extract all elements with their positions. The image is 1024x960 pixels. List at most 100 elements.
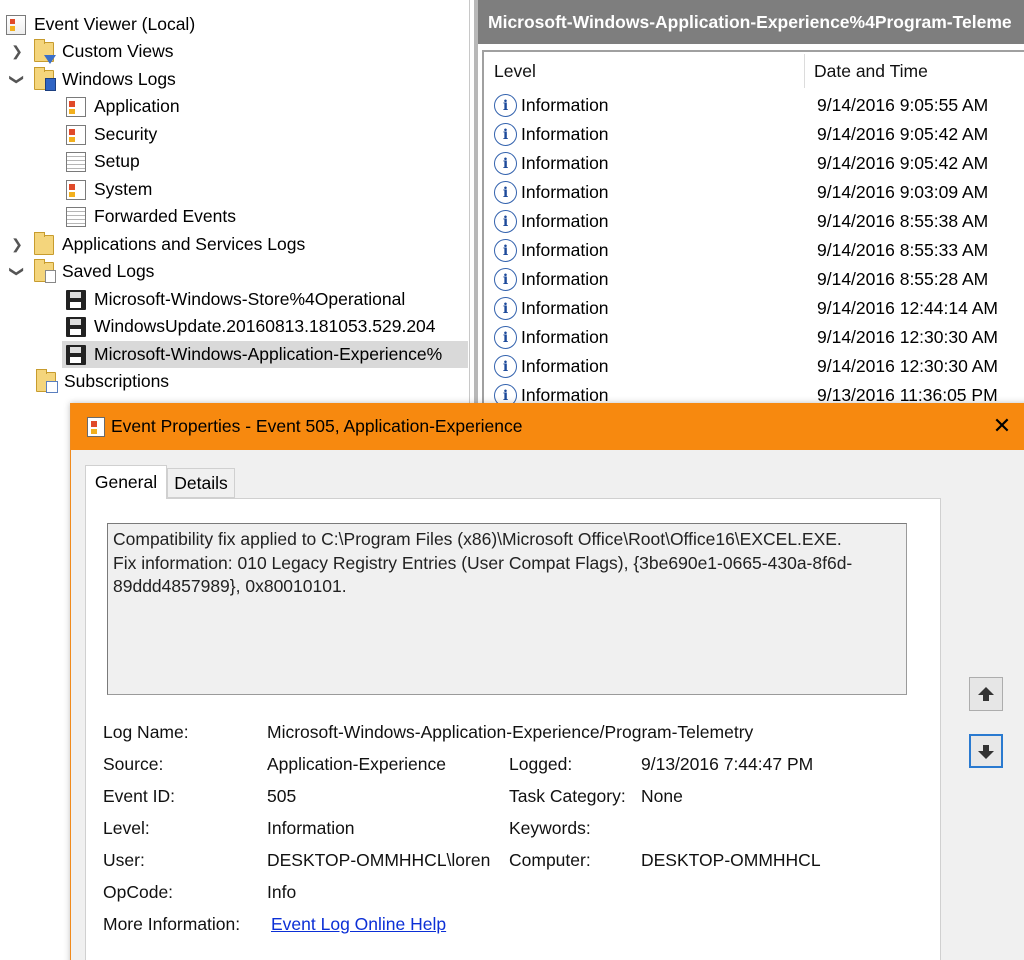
event-level: Information <box>521 298 609 318</box>
keywords-label: Keywords: <box>509 818 591 838</box>
event-row[interactable]: i Information 9/14/2016 9:05:55 AM <box>484 91 1024 120</box>
event-row[interactable]: i Information 9/14/2016 8:55:38 AM <box>484 207 1024 236</box>
tree-item-label: Windows Logs <box>62 69 176 89</box>
log-icon <box>66 179 86 200</box>
tree-item-applications-and-services-logs[interactable]: ❯ Applications and Services Logs <box>8 231 305 258</box>
information-icon: i <box>494 326 517 349</box>
source-value: Application-Experience <box>267 754 446 774</box>
information-icon: i <box>494 355 517 378</box>
tree-item-label: System <box>94 179 153 199</box>
description-line: Fix information: 010 Legacy Registry Ent… <box>113 552 853 573</box>
event-row[interactable]: i Information 9/14/2016 9:03:09 AM <box>484 178 1024 207</box>
dialog-title: Event Properties - Event 505, Applicatio… <box>111 416 523 436</box>
tree-item-label: Saved Logs <box>62 261 155 281</box>
log-icon <box>66 124 86 145</box>
tree-item-subscriptions[interactable]: Subscriptions <box>36 368 169 395</box>
chevron-down-icon[interactable]: ❯ <box>4 263 31 281</box>
information-icon: i <box>494 181 517 204</box>
saved-logs-folder-icon <box>34 258 56 283</box>
event-level: Information <box>521 124 609 144</box>
information-icon: i <box>494 297 517 320</box>
more-information-label: More Information: <box>103 914 241 934</box>
event-id-label: Event ID: <box>103 786 175 806</box>
tree-item-setup[interactable]: Setup <box>66 148 140 175</box>
logged-value: 9/13/2016 7:44:47 PM <box>641 754 814 774</box>
logged-label: Logged: <box>509 754 573 774</box>
column-header-date-time[interactable]: Date and Time <box>814 52 1024 90</box>
event-description[interactable]: Compatibility fix applied to C:\Program … <box>107 523 907 695</box>
column-header-level[interactable]: Level <box>494 52 794 90</box>
event-date-time: 9/14/2016 12:30:30 AM <box>817 327 998 347</box>
previous-event-button[interactable] <box>969 677 1003 711</box>
event-row[interactable]: i Information 9/14/2016 12:30:30 AM <box>484 323 1024 352</box>
tree-item-saved-log-application-experience[interactable]: Microsoft-Windows-Application-Experience… <box>62 341 468 368</box>
tree-item-security[interactable]: Security <box>66 121 157 148</box>
event-log-online-help-link[interactable]: Event Log Online Help <box>271 914 446 935</box>
tree-item-label: Security <box>94 124 158 144</box>
event-row[interactable]: i Information 9/14/2016 9:05:42 AM <box>484 120 1024 149</box>
folder-icon <box>34 231 54 255</box>
tree-item-forwarded-events[interactable]: Forwarded Events <box>66 203 236 230</box>
column-header-label: Date and Time <box>814 60 928 81</box>
information-icon: i <box>494 210 517 233</box>
tab-general[interactable]: General <box>85 465 167 499</box>
event-level: Information <box>521 269 609 289</box>
saved-log-disk-icon <box>66 289 86 310</box>
chevron-down-icon[interactable]: ❯ <box>4 71 31 89</box>
task-category-value: None <box>641 786 683 806</box>
event-level: Information <box>521 240 609 260</box>
next-event-button[interactable] <box>969 734 1003 768</box>
tree-item-saved-log-windowsupdate[interactable]: WindowsUpdate.20160813.181053.529.204 <box>66 313 436 340</box>
log-name-label: Log Name: <box>103 722 189 742</box>
event-level: Information <box>521 211 609 231</box>
event-level: Information <box>521 356 609 376</box>
tree-item-label: Applications and Services Logs <box>62 234 306 254</box>
tree-item-label: Forwarded Events <box>94 206 237 226</box>
event-properties-icon <box>87 416 105 437</box>
event-id-value: 505 <box>267 786 297 806</box>
event-row[interactable]: i Information 9/14/2016 9:05:42 AM <box>484 149 1024 178</box>
event-date-time: 9/14/2016 12:30:30 AM <box>817 356 998 376</box>
close-icon[interactable]: ✕ <box>987 411 1017 441</box>
event-row[interactable]: i Information 9/14/2016 12:44:14 AM <box>484 294 1024 323</box>
user-label: User: <box>103 850 145 870</box>
description-line: Compatibility fix applied to C:\Program … <box>113 529 842 549</box>
event-row[interactable]: i Information 9/14/2016 8:55:28 AM <box>484 265 1024 294</box>
tree-item-application[interactable]: Application <box>66 93 180 120</box>
event-level: Information <box>521 182 609 202</box>
chevron-right-icon[interactable]: ❯ <box>8 38 26 65</box>
tree-item-event-viewer-local[interactable]: Event Viewer (Local) <box>6 11 195 38</box>
tree-item-windows-logs[interactable]: ❯ Windows Logs <box>8 66 176 93</box>
tree-item-saved-log-store[interactable]: Microsoft-Windows-Store%4Operational <box>66 286 405 313</box>
dialog-title-bar[interactable]: Event Properties - Event 505, Applicatio… <box>71 403 1024 450</box>
tree-item-label: WindowsUpdate.20160813.181053.529.204 <box>94 316 436 336</box>
tree-item-label: Subscriptions <box>64 371 170 391</box>
user-value: DESKTOP-OMMHHCL\loren <box>267 850 491 870</box>
level-value: Information <box>267 818 355 838</box>
event-row[interactable]: i Information 9/14/2016 12:30:30 AM <box>484 352 1024 381</box>
tree-item-label: Setup <box>94 151 140 171</box>
event-date-time: 9/14/2016 8:55:28 AM <box>817 269 989 289</box>
column-divider[interactable] <box>804 54 805 88</box>
information-icon: i <box>494 94 517 117</box>
computer-label: Computer: <box>509 850 591 870</box>
log-title-bar: Microsoft-Windows-Application-Experience… <box>478 0 1024 44</box>
opcode-label: OpCode: <box>103 882 174 902</box>
information-icon: i <box>494 239 517 262</box>
tree-item-label: Custom Views <box>62 41 174 61</box>
tree-item-system[interactable]: System <box>66 176 152 203</box>
tree-item-custom-views[interactable]: ❯ Custom Views <box>8 38 174 65</box>
tree-item-saved-logs[interactable]: ❯ Saved Logs <box>8 258 154 285</box>
event-date-time: 9/14/2016 8:55:38 AM <box>817 211 989 231</box>
tree-item-label: Application <box>94 96 180 116</box>
event-level: Information <box>521 327 609 347</box>
event-date-time: 9/14/2016 9:05:42 AM <box>817 124 989 144</box>
chevron-right-icon[interactable]: ❯ <box>8 231 26 258</box>
tab-details[interactable]: Details <box>167 468 235 498</box>
task-category-label: Task Category: <box>509 786 626 806</box>
log-name-value: Microsoft-Windows-Application-Experience… <box>267 722 754 742</box>
event-level: Information <box>521 95 609 115</box>
information-icon: i <box>494 152 517 175</box>
tree-item-label: Event Viewer (Local) <box>34 14 196 34</box>
event-row[interactable]: i Information 9/14/2016 8:55:33 AM <box>484 236 1024 265</box>
